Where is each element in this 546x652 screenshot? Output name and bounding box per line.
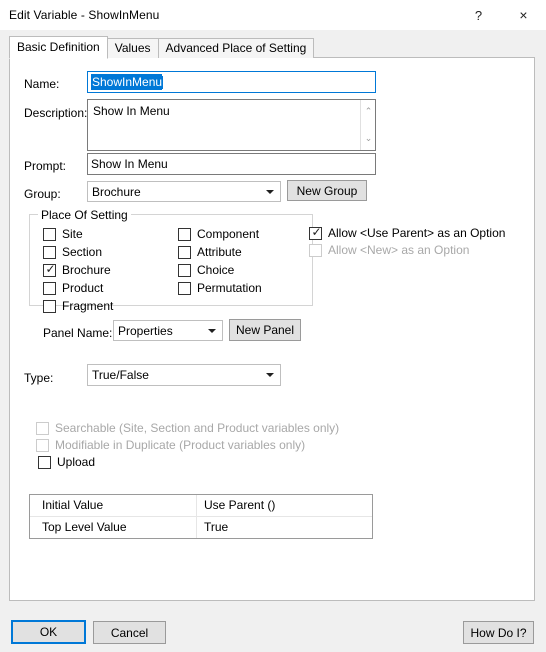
checkbox-product[interactable]: Product (43, 281, 103, 295)
checkbox-permutation[interactable]: Permutation (178, 281, 262, 295)
checkbox-box (43, 281, 56, 295)
checkbox-label: Component (197, 227, 260, 241)
checkbox-box (178, 245, 191, 259)
panel-name-label: Panel Name: (43, 326, 113, 340)
description-scrollbar[interactable]: ⌃ ⌄ (360, 100, 375, 150)
tab-values[interactable]: Values (106, 38, 159, 58)
checkbox-modifiable-in-duplicate: Modifiable in Duplicate (Product variabl… (36, 438, 305, 452)
description-label: Description: (24, 106, 88, 120)
table-cell-key: Initial Value (30, 495, 197, 516)
new-group-button[interactable]: New Group (287, 180, 367, 201)
chevron-down-icon (208, 328, 216, 333)
checkbox-choice[interactable]: Choice (178, 263, 234, 277)
checkbox-label: Allow <New> as an Option (328, 243, 470, 257)
checkbox-fragment[interactable]: Fragment (43, 299, 113, 313)
checkbox-label: Modifiable in Duplicate (Product variabl… (55, 438, 306, 452)
titlebar-buttons: ? × (456, 0, 546, 30)
checkbox-attribute[interactable]: Attribute (178, 245, 242, 259)
checkbox-box (38, 455, 51, 469)
checkbox-box (36, 438, 49, 452)
prompt-label: Prompt: (24, 159, 67, 173)
checkbox-label: Brochure (62, 263, 111, 277)
type-combobox[interactable]: True/False (87, 364, 281, 386)
checkbox-brochure[interactable]: ✓ Brochure (43, 261, 111, 277)
chevron-down-icon (266, 189, 274, 194)
basic-definition-panel: Name: ShowInMenu Description: Show In Me… (9, 57, 535, 601)
place-of-setting-title: Place Of Setting (38, 208, 131, 222)
prompt-input-value: Show In Menu (91, 157, 168, 171)
checkbox-label: Fragment (62, 299, 114, 313)
table-cell-value: Use Parent () (204, 498, 276, 512)
checkbox-box (43, 299, 56, 313)
panel-name-combobox[interactable]: Properties (113, 320, 223, 341)
ok-button[interactable]: OK (11, 620, 86, 644)
type-label: Type: (24, 371, 54, 385)
checkbox-box (178, 281, 191, 295)
checkbox-box: ✓ (43, 261, 56, 277)
table-row[interactable]: Initial Value Use Parent () (30, 495, 372, 517)
checkbox-box (178, 263, 191, 277)
tab-strip: Basic Definition Values Advanced Place o… (9, 36, 315, 59)
table-cell-key: Top Level Value (30, 517, 197, 538)
name-label: Name: (24, 77, 60, 91)
table-row[interactable]: Top Level Value True (30, 517, 372, 538)
description-input-value: Show In Menu (93, 104, 170, 118)
checkbox-label: Attribute (197, 245, 242, 259)
prompt-input[interactable]: Show In Menu (87, 153, 376, 175)
checkbox-site[interactable]: Site (43, 227, 83, 241)
text-caret (162, 75, 164, 89)
description-input[interactable]: Show In Menu ⌃ ⌄ (87, 99, 376, 151)
checkbox-upload[interactable]: Upload (38, 455, 95, 469)
window-titlebar: Edit Variable - ShowInMenu ? × (0, 0, 546, 30)
tab-basic-definition[interactable]: Basic Definition (9, 36, 108, 59)
checkbox-box (43, 227, 56, 241)
checkbox-label: Site (62, 227, 83, 241)
checkbox-searchable: Searchable (Site, Section and Product va… (36, 421, 339, 435)
new-panel-button[interactable]: New Panel (229, 319, 301, 341)
name-input[interactable]: ShowInMenu (87, 71, 376, 93)
cancel-button[interactable]: Cancel (93, 621, 166, 644)
checkbox-label: Allow <Use Parent> as an Option (328, 226, 506, 240)
checkbox-box (178, 227, 191, 241)
checkbox-label: Section (62, 245, 103, 259)
group-label: Group: (24, 187, 61, 201)
checkbox-box (36, 421, 49, 435)
checkbox-box (309, 243, 322, 257)
checkbox-box (43, 245, 56, 259)
dialog-footer: OK Cancel How Do I? (0, 601, 546, 652)
place-of-setting-groupbox: Place Of Setting Site Section ✓ Brochure… (29, 208, 313, 341)
checkbox-label: Permutation (197, 281, 262, 295)
scroll-up-icon[interactable]: ⌃ (361, 104, 375, 119)
checkbox-label: Searchable (Site, Section and Product va… (55, 421, 340, 435)
checkbox-label: Upload (57, 455, 96, 469)
scroll-down-icon[interactable]: ⌄ (361, 131, 375, 146)
close-icon[interactable]: × (501, 0, 546, 30)
checkbox-component[interactable]: Component (178, 227, 259, 241)
how-do-i-button[interactable]: How Do I? (463, 621, 534, 644)
help-icon[interactable]: ? (456, 0, 501, 30)
checkmark-icon: ✓ (311, 224, 322, 239)
table-cell-value: True (204, 520, 229, 534)
checkmark-icon: ✓ (45, 261, 56, 276)
checkbox-label: Choice (197, 263, 235, 277)
tab-advanced-place-of-setting[interactable]: Advanced Place of Setting (157, 38, 315, 58)
checkbox-allow-use-parent[interactable]: ✓ Allow <Use Parent> as an Option (309, 224, 506, 240)
panel-name-combobox-value: Properties (118, 323, 173, 338)
name-input-value: ShowInMenu (91, 74, 163, 90)
checkbox-section[interactable]: Section (43, 245, 102, 259)
group-combobox-value: Brochure (92, 184, 141, 199)
chevron-down-icon (266, 373, 274, 377)
checkbox-allow-new: Allow <New> as an Option (309, 243, 469, 257)
checkbox-box: ✓ (309, 224, 322, 240)
group-combobox[interactable]: Brochure (87, 181, 281, 202)
type-combobox-value: True/False (92, 368, 149, 382)
window-title: Edit Variable - ShowInMenu (9, 8, 160, 22)
checkbox-label: Product (62, 281, 104, 295)
values-table[interactable]: Initial Value Use Parent () Top Level Va… (29, 494, 373, 539)
